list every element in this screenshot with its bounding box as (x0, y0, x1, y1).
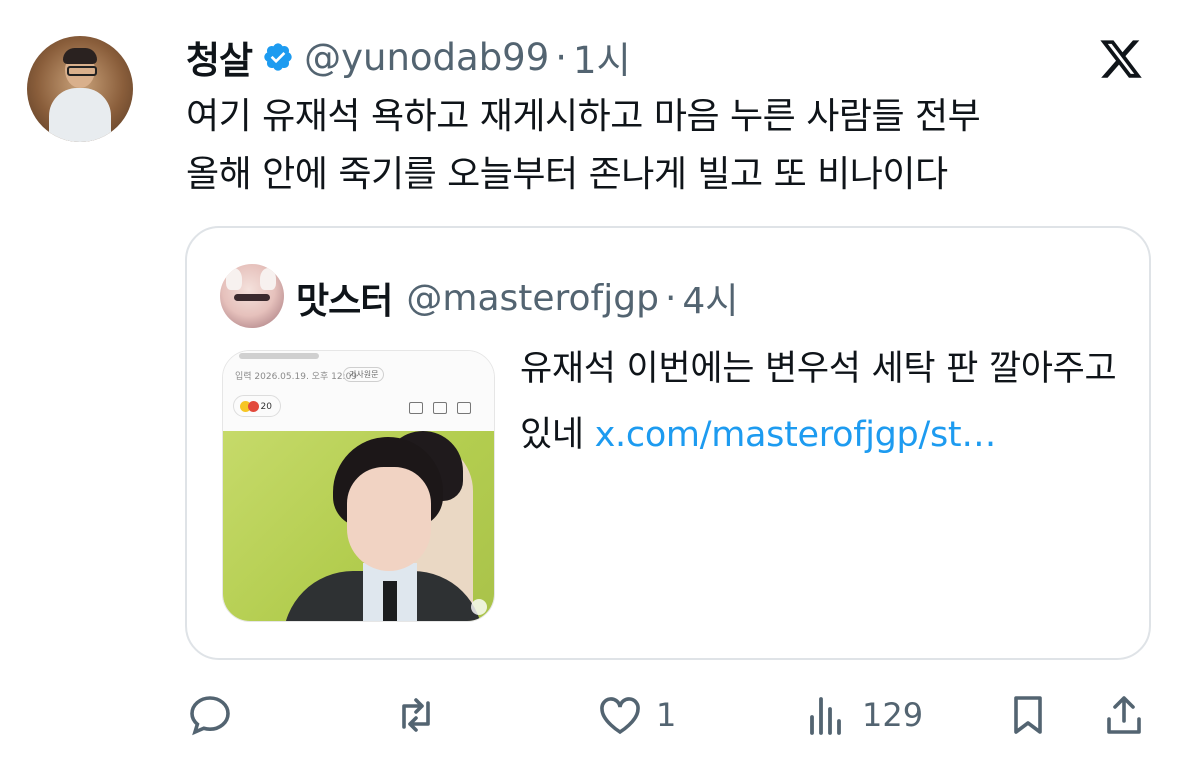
author-handle[interactable]: @yunodab99 (304, 36, 549, 79)
like-count: 1 (656, 696, 677, 734)
reply-icon (190, 696, 230, 736)
quoted-header-separator: · (664, 277, 677, 319)
header-separator: · (555, 35, 568, 79)
quoted-tweet-text: 유재석 이번에는 변우석 세탁 판 깔아주고 있네 x.com/masterof… (520, 336, 1120, 468)
retweet-icon (402, 698, 430, 732)
like-button[interactable]: 1 (596, 680, 676, 750)
bookmark-icon (1014, 696, 1042, 734)
quoted-tweet-header: 맛스터 @masterofjgp · 4시 (296, 270, 738, 326)
thumbnail-reaction-count: 20 (260, 402, 272, 412)
verified-badge-icon (262, 41, 294, 73)
author-display-name[interactable]: 청살 (186, 30, 253, 84)
quoted-tweet-link[interactable]: x.com/masterofjgp/st… (595, 415, 997, 455)
thumbnail-toolbar-icons (409, 399, 485, 414)
view-count: 129 (862, 696, 924, 734)
share-icon (1107, 696, 1141, 734)
thumbnail-reaction-badge: 20 (233, 395, 281, 417)
quoted-author-avatar[interactable] (220, 264, 284, 328)
thumbnail-article-chip: 기사원문 (343, 367, 385, 382)
retweet-button[interactable] (392, 680, 452, 750)
tweet-action-bar: 1 129 (0, 680, 1179, 750)
author-avatar[interactable] (27, 36, 133, 168)
heart-emoji-icon (248, 401, 259, 412)
views-icon (810, 697, 841, 735)
tweet-text: 여기 유재석 욕하고 재게시하고 마음 누른 사람들 전부 올해 안에 죽기를 … (186, 96, 981, 195)
reply-button[interactable] (186, 680, 246, 750)
x-logo-icon (1096, 36, 1146, 82)
tweet-header: 청살 @yunodab99 · 1시 (186, 30, 631, 84)
quoted-author-handle[interactable]: @masterofjgp (406, 278, 659, 319)
views-button[interactable]: 129 (802, 680, 923, 750)
tweet-timestamp[interactable]: 1시 (573, 30, 631, 84)
quoted-author-display-name[interactable]: 맛스터 (296, 272, 393, 324)
zoom-icon (471, 599, 487, 615)
quoted-tweet-thumbnail[interactable]: 입력 2026.05.19. 오후 12:09 기사원문 20 (222, 350, 495, 622)
thumbnail-photo (223, 431, 494, 621)
share-button[interactable] (1100, 680, 1148, 750)
thumbnail-article-date: 입력 2026.05.19. 오후 12:09 (235, 372, 358, 382)
heart-icon (600, 697, 640, 735)
quoted-tweet-timestamp[interactable]: 4시 (682, 272, 738, 324)
bookmark-button[interactable] (1004, 680, 1052, 750)
